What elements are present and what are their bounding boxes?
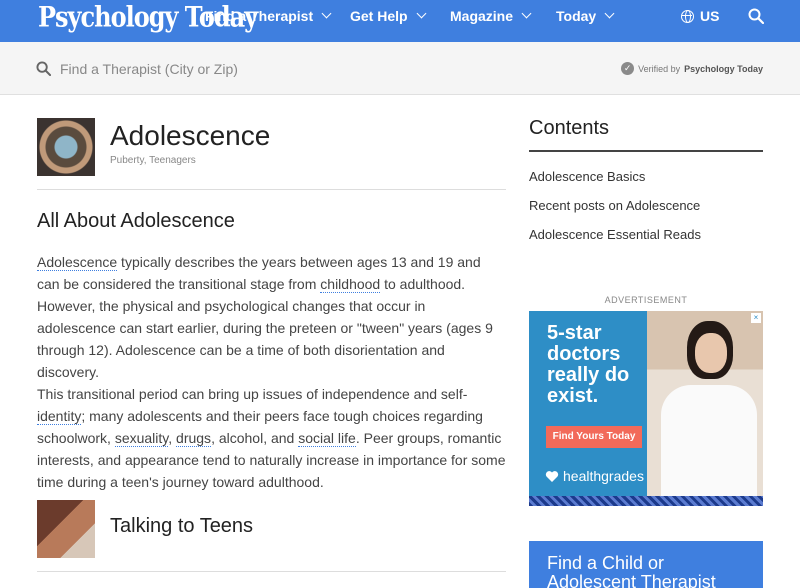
link-adolescence[interactable]: Adolescence	[37, 254, 118, 271]
region-selector[interactable]: US	[681, 0, 719, 32]
ad-label: ADVERTISEMENT	[604, 295, 688, 305]
ad-button[interactable]: Find Yours Today	[546, 426, 642, 448]
text: This transitional period can bring up is…	[37, 386, 468, 402]
page-subtitle: Puberty, Teenagers	[110, 155, 196, 166]
section-heading: All About Adolescence	[37, 210, 235, 232]
verified-badge: ✓ Verified by Psychology Today	[621, 62, 763, 75]
ad-headline: 5-star doctors really do exist.	[547, 322, 630, 407]
nav-find-therapist[interactable]: Find a Therapist	[205, 0, 332, 32]
page-title: Adolescence	[110, 120, 271, 151]
verified-prefix: Verified by	[638, 63, 681, 74]
divider	[529, 150, 763, 152]
nav-get-help[interactable]: Get Help	[350, 0, 427, 32]
therapist-search-bar: ✓ Verified by Psychology Today	[0, 42, 800, 95]
nav-label: Get Help	[350, 8, 408, 24]
nav-today[interactable]: Today	[556, 0, 615, 32]
ad-brand-name: healthgrades	[563, 468, 644, 484]
talking-image[interactable]	[37, 500, 95, 558]
article-body: Adolescence typically describes the year…	[37, 251, 507, 493]
link-drugs[interactable]: drugs	[176, 430, 212, 447]
chevron-down-icon	[321, 8, 332, 19]
therapist-search-input[interactable]	[60, 58, 460, 80]
text: ,	[168, 430, 177, 446]
nav-label: Find a Therapist	[205, 8, 314, 24]
top-nav: Psychology Today Find a Therapist Get He…	[0, 0, 800, 42]
ad-close-icon[interactable]: ×	[751, 313, 761, 323]
ad-face-shape	[695, 333, 727, 373]
chevron-down-icon	[604, 8, 615, 19]
globe-icon	[681, 9, 694, 23]
topic-image	[37, 118, 95, 176]
divider	[37, 571, 506, 572]
chevron-down-icon	[416, 8, 427, 19]
text: , alcohol, and	[211, 430, 299, 446]
toc-item-basics[interactable]: Adolescence Basics	[529, 169, 645, 184]
region-label: US	[700, 8, 720, 24]
nav-magazine[interactable]: Magazine	[450, 0, 532, 32]
link-identity[interactable]: identity	[37, 408, 82, 425]
chevron-down-icon	[521, 8, 532, 19]
toc-item-recent-posts[interactable]: Recent posts on Adolescence	[529, 198, 700, 213]
talking-heading[interactable]: Talking to Teens	[110, 515, 253, 538]
advertisement[interactable]: 5-star doctors really do exist. Find You…	[529, 311, 763, 506]
link-childhood[interactable]: childhood	[320, 276, 381, 293]
nav-label: Magazine	[450, 8, 514, 24]
divider	[37, 189, 506, 190]
paragraph: Adolescence typically describes the year…	[37, 251, 507, 383]
verified-brand: Psychology Today	[684, 63, 763, 74]
ad-stripe	[529, 496, 763, 506]
link-sexuality[interactable]: sexuality	[114, 430, 169, 447]
search-icon[interactable]	[748, 8, 764, 24]
ad-coat-shape	[661, 385, 757, 506]
find-therapist-cta[interactable]: Find a Child or Adolescent Therapist	[529, 541, 763, 588]
toc-item-essential-reads[interactable]: Adolescence Essential Reads	[529, 227, 701, 242]
nav-label: Today	[556, 8, 597, 24]
paragraph: This transitional period can bring up is…	[37, 383, 507, 493]
contents-heading: Contents	[529, 117, 610, 139]
search-icon	[36, 61, 51, 76]
heart-icon	[545, 470, 559, 482]
ad-brand: healthgrades	[545, 468, 644, 484]
link-social-life[interactable]: social life	[298, 430, 356, 447]
check-icon: ✓	[621, 62, 635, 75]
